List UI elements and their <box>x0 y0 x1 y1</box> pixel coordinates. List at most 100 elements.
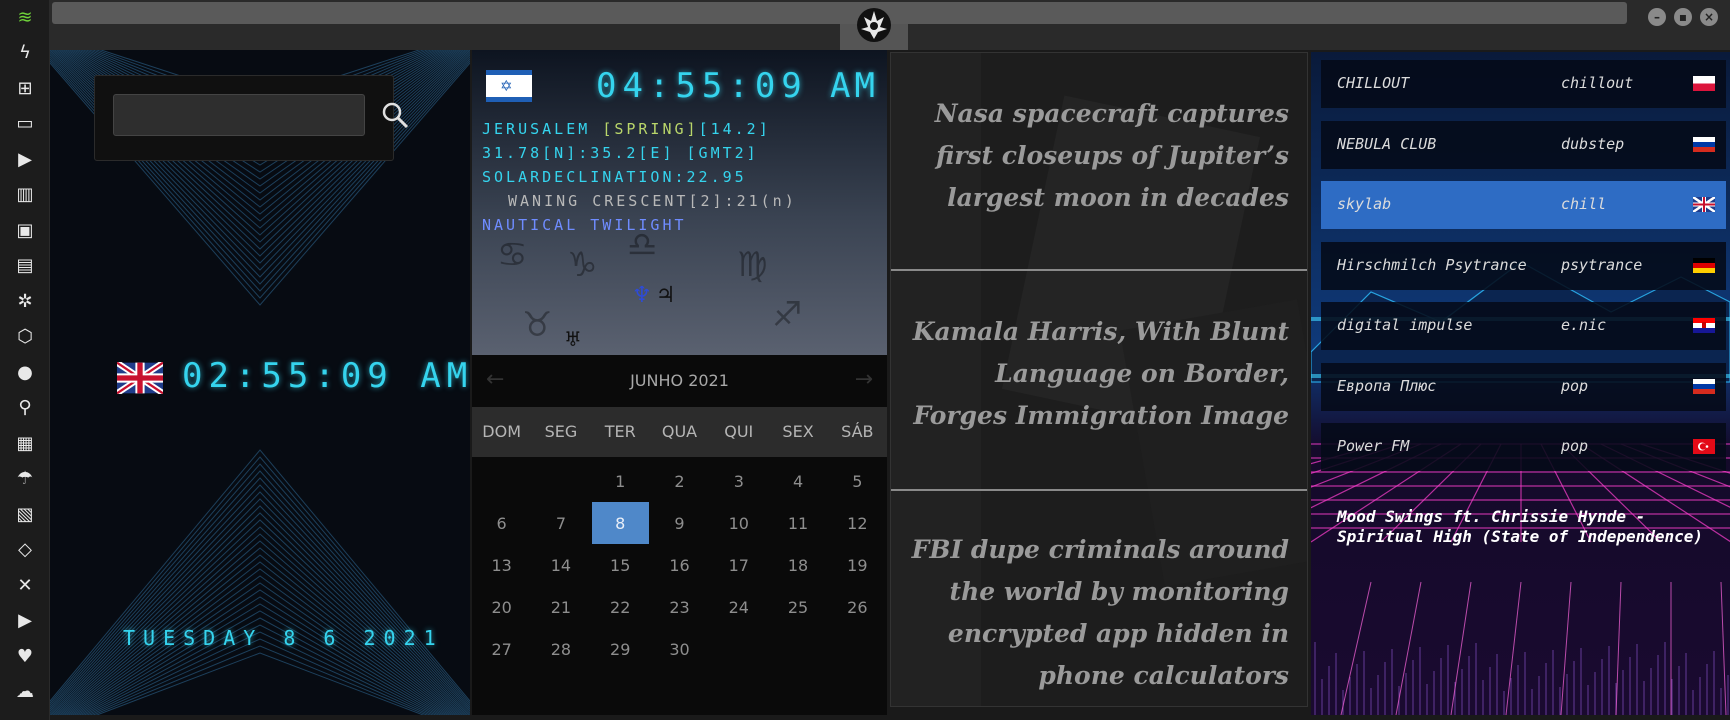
station-genre: e.nic <box>1561 316 1607 334</box>
calendar-day[interactable]: 29 <box>591 628 650 670</box>
film-reel-icon[interactable]: ✲ <box>12 288 38 314</box>
calendar-day[interactable]: 20 <box>472 586 531 628</box>
calendar-day[interactable]: 26 <box>828 586 887 628</box>
calendar-day-selected[interactable]: 8 <box>591 502 649 544</box>
contacts-icon[interactable]: ▧ <box>12 501 38 527</box>
search-icon[interactable]: ⚲ <box>12 395 38 421</box>
weekday-label: TER <box>604 422 636 441</box>
calendar-day[interactable]: 3 <box>709 460 768 502</box>
calendar-day[interactable]: 15 <box>591 544 650 586</box>
rebel-alliance-logo-icon[interactable] <box>855 6 893 44</box>
calendar-day[interactable]: 18 <box>768 544 827 586</box>
windows-icon[interactable]: ⊞ <box>12 75 38 101</box>
desktop-app: ≋ ϟ ⊞ ▭ ▶ ▥ ▣ ▤ ✲ ⬡ ● ⚲ ▦ ☂ ▧ ◇ ✕ ▶ ♥ ☁ – ▪ × <box>0 0 1730 720</box>
uk-date: TUESDAY 8 6 2021 <box>123 626 444 650</box>
search-input[interactable] <box>113 94 365 136</box>
weekday-label: SEG <box>544 422 578 441</box>
calendar-day[interactable]: 22 <box>591 586 650 628</box>
heart-icon[interactable]: ♥ <box>12 643 38 669</box>
calendar-day[interactable]: 16 <box>650 544 709 586</box>
calendar-day[interactable]: 5 <box>828 460 887 502</box>
twilight-line: NAUTICAL TWILIGHT <box>482 216 687 234</box>
radio-station-row[interactable]: digital impulse e.nic <box>1321 302 1726 350</box>
globe-icon[interactable]: ● <box>12 359 38 385</box>
station-name: Hirschmilch Psytrance <box>1337 255 1527 274</box>
news-headline[interactable]: Kamala Harris, With Blunt Language on Bo… <box>891 311 1307 437</box>
de-flag-icon <box>1693 257 1715 273</box>
location-line: JERUSALEM [SPRING][14.2] <box>482 120 771 138</box>
radio-station-row[interactable]: Европа Плюс pop <box>1321 362 1726 411</box>
radio-station-row[interactable]: NEBULA CLUB dubstep <box>1321 120 1726 169</box>
station-name: NEBULA CLUB <box>1337 134 1437 153</box>
chevron-line <box>50 470 470 708</box>
calendar-month-title: JUNHO 2021 <box>630 371 729 390</box>
umbrella-icon[interactable]: ☂ <box>12 466 38 492</box>
pl-flag-icon <box>1693 76 1715 91</box>
calendar-day[interactable]: 19 <box>828 544 887 586</box>
calendar-day[interactable]: 14 <box>531 544 590 586</box>
maximize-button[interactable]: ▪ <box>1674 8 1692 26</box>
search-icon[interactable] <box>380 100 410 130</box>
calendar-day[interactable]: 12 <box>828 502 887 544</box>
calendar-day[interactable]: 25 <box>768 586 827 628</box>
jerusalem-clock-widget: ♋ ♑ ♎ ♍ ♉ ♐ ✡ 04:55:09 AM JERUSALEM [SPR… <box>472 50 887 355</box>
youtube-icon[interactable]: ▶ <box>12 608 38 634</box>
calendar-day[interactable]: 23 <box>650 586 709 628</box>
calendar-day[interactable]: 27 <box>472 628 531 670</box>
top-search-bar[interactable] <box>52 2 1627 24</box>
station-name: Европа Плюс <box>1337 376 1437 395</box>
play-icon[interactable]: ▶ <box>12 146 38 172</box>
ru-flag-icon <box>1693 136 1715 152</box>
image-icon[interactable]: ▣ <box>12 217 38 243</box>
chevron-line <box>52 512 468 715</box>
station-genre: chill <box>1561 195 1607 213</box>
calendar-day[interactable]: 21 <box>531 586 590 628</box>
expand-icon[interactable]: ✕ <box>12 572 38 598</box>
hexagon-icon[interactable]: ⬡ <box>12 324 38 350</box>
calendar-day[interactable]: 10 <box>709 502 768 544</box>
calendar-day[interactable]: 9 <box>650 502 709 544</box>
weekday-header: DOM SEG TER QUA QUI SEX SÁB <box>472 407 887 457</box>
calendar-day[interactable]: 11 <box>768 502 827 544</box>
uk-clock-widget: 02:55:09 AM TUESDAY 8 6 2021 <box>50 50 470 715</box>
chevron-line <box>92 645 428 715</box>
weekday-label: SEX <box>782 422 814 441</box>
gb-flag-icon <box>1693 197 1715 212</box>
calendar-day[interactable]: 4 <box>768 460 827 502</box>
wifi-icon[interactable]: ≋ <box>12 4 38 30</box>
news-icon[interactable]: ▤ <box>12 253 38 279</box>
calendar-day[interactable]: 17 <box>709 544 768 586</box>
uk-flag-icon <box>117 362 163 394</box>
news-divider <box>891 269 1307 271</box>
radio-station-row[interactable]: CHILLOUT chillout <box>1321 60 1726 108</box>
station-genre: pop <box>1561 376 1589 395</box>
news-headline[interactable]: Nasa spacecraft captures first closeups … <box>891 93 1307 219</box>
minimize-button[interactable]: – <box>1648 8 1666 26</box>
cloud-icon[interactable]: ☁ <box>12 679 38 705</box>
moon-phase-line: WANING CRESCENT[2]:21(n) <box>508 192 797 210</box>
archive-icon[interactable]: ▭ <box>12 111 38 137</box>
weekday-label: QUA <box>661 422 698 441</box>
chevron-line <box>50 456 470 704</box>
calendar-day[interactable]: 28 <box>531 628 590 670</box>
calendar-day[interactable]: 24 <box>709 586 768 628</box>
radio-station-row[interactable]: Power FM pop <box>1321 423 1726 471</box>
map-book-icon[interactable]: ▥ <box>12 182 38 208</box>
station-genre: psytrance <box>1561 255 1643 274</box>
zodiac-watermark-icon: ♍ <box>737 245 768 285</box>
close-button[interactable]: × <box>1700 8 1718 26</box>
calendar-day[interactable]: 30 <box>650 628 709 670</box>
news-headline[interactable]: FBI dupe criminals around the world by m… <box>891 529 1307 697</box>
calendar-day[interactable]: 6 <box>472 502 531 544</box>
radio-station-row[interactable]: Hirschmilch Psytrance psytrance <box>1321 241 1726 290</box>
calendar-day[interactable]: 7 <box>531 502 590 544</box>
news-widget: Nasa spacecraft captures first closeups … <box>890 52 1308 707</box>
calendar-day[interactable]: 13 <box>472 544 531 586</box>
map-icon[interactable]: ▦ <box>12 430 38 456</box>
radio-station-row[interactable]: skylab chill <box>1321 181 1726 229</box>
code-icon[interactable]: ◇ <box>12 537 38 563</box>
calendar-day[interactable]: 2 <box>650 460 709 502</box>
calendar-day[interactable]: 1 <box>591 460 650 502</box>
next-month-button[interactable]: → <box>855 367 873 392</box>
lightning-icon[interactable]: ϟ <box>12 40 38 66</box>
